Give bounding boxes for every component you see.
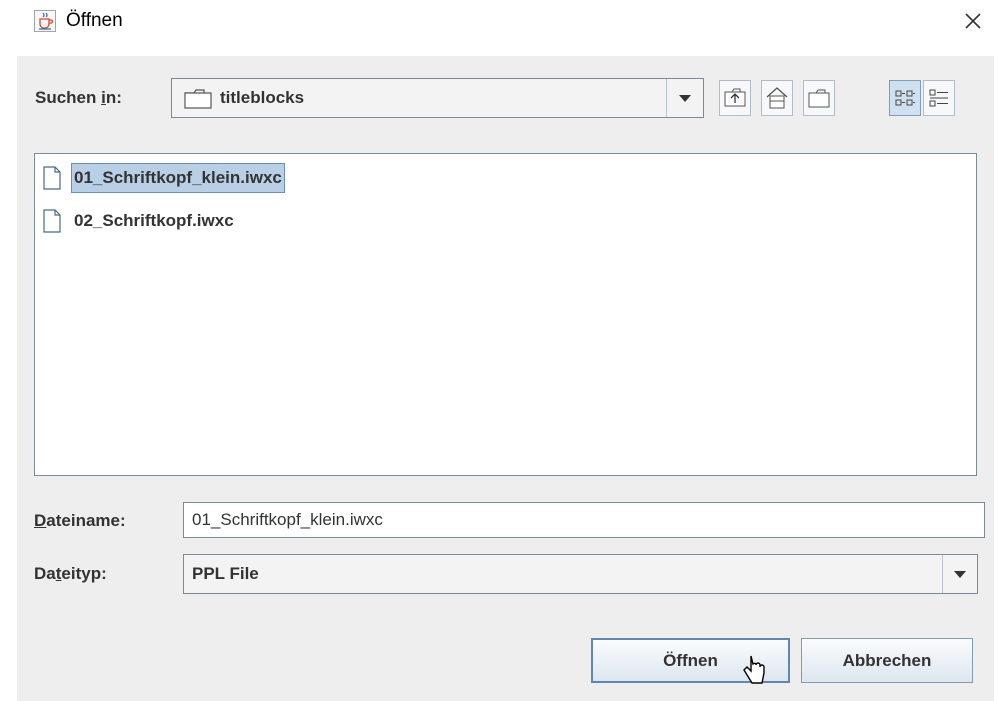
- look-in-dropdown-button[interactable]: [666, 79, 703, 117]
- filetype-dropdown[interactable]: PPL File: [183, 554, 978, 594]
- home-icon: [766, 87, 788, 109]
- up-one-level-button[interactable]: [719, 80, 751, 116]
- look-in-value: titleblocks: [220, 88, 305, 107]
- details-view-icon: [929, 89, 948, 107]
- look-in-label: Suchen in:: [35, 88, 122, 107]
- filename-label: Dateiname:: [34, 511, 126, 530]
- new-folder-button[interactable]: [803, 80, 835, 116]
- file-name: 01_Schriftkopf_klein.iwxc: [71, 163, 285, 193]
- file-icon: [43, 209, 61, 233]
- chevron-down-icon: [954, 571, 966, 578]
- folder-icon: [184, 89, 212, 109]
- details-view-button[interactable]: [923, 80, 955, 116]
- window-title: Öffnen: [66, 10, 123, 31]
- close-icon[interactable]: [958, 6, 988, 36]
- up-one-level-icon: [724, 88, 746, 107]
- file-icon: [43, 166, 61, 190]
- list-view-icon: [895, 90, 915, 106]
- filetype-label: Dateityp:: [34, 564, 107, 583]
- open-button[interactable]: Öffnen: [591, 638, 790, 683]
- file-list[interactable]: 01_Schriftkopf_klein.iwxc 02_Schriftkopf…: [34, 153, 977, 476]
- list-view-button[interactable]: [889, 80, 921, 116]
- file-item[interactable]: 01_Schriftkopf_klein.iwxc: [41, 160, 381, 196]
- chevron-down-icon: [679, 95, 691, 102]
- home-button[interactable]: [761, 80, 793, 116]
- filename-input[interactable]: [183, 502, 985, 538]
- java-cup-icon: [34, 10, 56, 32]
- file-item[interactable]: 02_Schriftkopf.iwxc: [41, 203, 341, 239]
- title-bar: Öffnen: [0, 0, 995, 44]
- new-folder-icon: [808, 89, 830, 108]
- cancel-button[interactable]: Abbrechen: [801, 638, 973, 683]
- filetype-value: PPL File: [192, 564, 259, 583]
- file-name: 02_Schriftkopf.iwxc: [74, 211, 234, 230]
- filetype-dropdown-button[interactable]: [942, 555, 977, 593]
- dialog-content: Suchen in: titleblocks 01_Schriftkopf_kl…: [17, 56, 994, 701]
- look-in-dropdown[interactable]: titleblocks: [171, 78, 704, 118]
